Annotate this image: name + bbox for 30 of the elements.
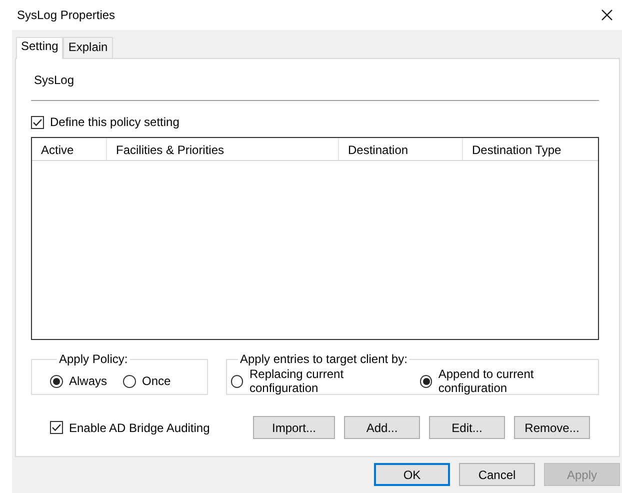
- column-header[interactable]: Active: [32, 138, 107, 160]
- tab[interactable]: Explain: [63, 37, 113, 58]
- action-button[interactable]: Import...: [253, 416, 335, 439]
- radio-button[interactable]: [231, 374, 244, 388]
- column-header[interactable]: Destination: [339, 138, 463, 160]
- group-title: Apply entries to target client by:: [239, 352, 408, 366]
- radio-label: Once: [142, 374, 171, 388]
- checkbox-label: Define this policy setting: [50, 115, 180, 129]
- window-title: SysLog Properties: [17, 8, 116, 22]
- tab[interactable]: Setting: [16, 37, 64, 59]
- action-button[interactable]: Add...: [344, 416, 420, 439]
- checkbox[interactable]: [50, 421, 63, 434]
- column-header[interactable]: Facilities & Priorities: [107, 138, 339, 160]
- radio-button[interactable]: [123, 374, 136, 388]
- radio-label: Append to current configuration: [438, 367, 535, 395]
- policy-name: SysLog: [33, 73, 76, 89]
- group-title: Apply Policy:: [58, 352, 129, 366]
- checkbox[interactable]: [31, 116, 44, 128]
- action-button[interactable]: Remove...: [514, 416, 590, 439]
- radio-button[interactable]: [420, 374, 432, 388]
- radio-button[interactable]: [50, 374, 63, 388]
- radio-label: Replacing current configuration: [249, 367, 345, 395]
- entries-list[interactable]: Active Facilities & Priorities Destination Destination Type: [31, 137, 599, 340]
- close-icon[interactable]: [601, 9, 613, 21]
- checkbox-label: Enable AD Bridge Auditing: [69, 420, 210, 434]
- radio-label: Always: [69, 374, 108, 388]
- column-header[interactable]: Destination Type: [463, 138, 598, 160]
- action-button[interactable]: Edit...: [429, 416, 505, 439]
- dialog-button[interactable]: Cancel: [459, 463, 535, 486]
- dialog-button[interactable]: OK: [374, 463, 450, 486]
